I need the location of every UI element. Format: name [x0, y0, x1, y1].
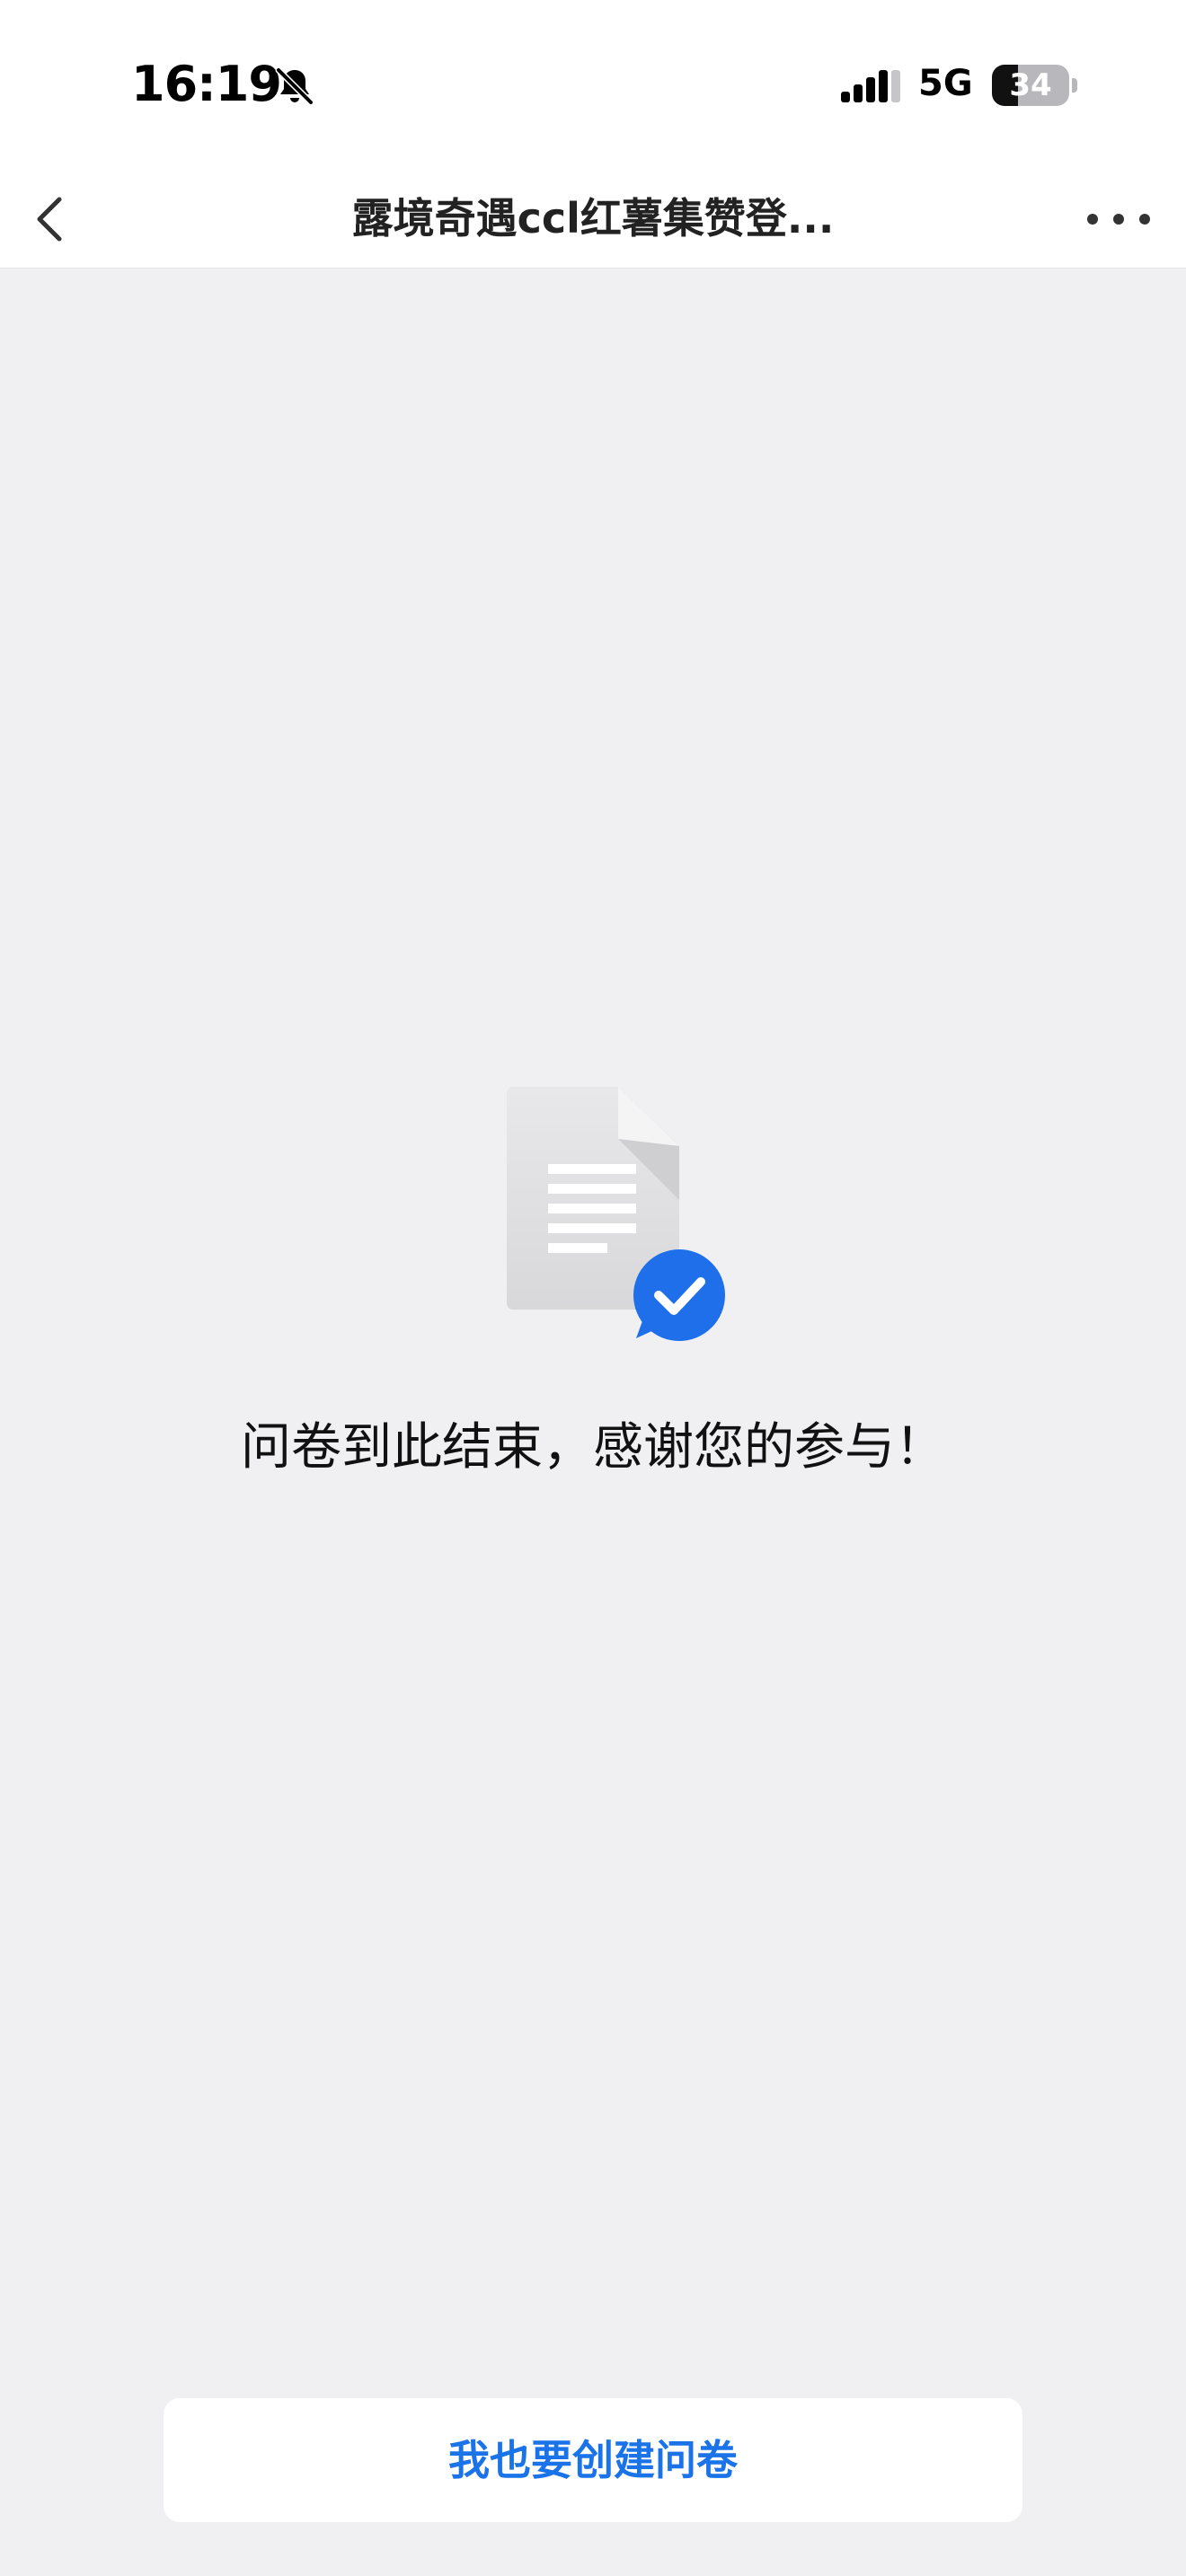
completion-message: 问卷到此结束，感谢您的参与！ — [241, 1418, 945, 1477]
more-options-button[interactable] — [1078, 189, 1159, 250]
battery-percent: 34 — [1009, 67, 1052, 103]
bell-off-icon — [275, 66, 314, 106]
back-button[interactable] — [20, 189, 81, 250]
screen: 16:19 5G 34 露境奇遇ccl红薯集赞登... 问卷到此结束，感谢您的参… — [0, 0, 1186, 2576]
document-check-icon — [507, 1087, 725, 1341]
page-title: 露境奇遇ccl红薯集赞登... — [351, 194, 835, 243]
battery-icon: 34 — [992, 65, 1078, 106]
status-bar: 16:19 5G 34 — [0, 0, 1186, 171]
network-type: 5G — [918, 63, 973, 104]
nav-bar: 露境奇遇ccl红薯集赞登... — [0, 171, 1186, 269]
signal-icon — [841, 70, 900, 102]
status-time: 16:19 — [131, 56, 282, 112]
create-survey-button[interactable]: 我也要创建问卷 — [164, 2398, 1022, 2522]
